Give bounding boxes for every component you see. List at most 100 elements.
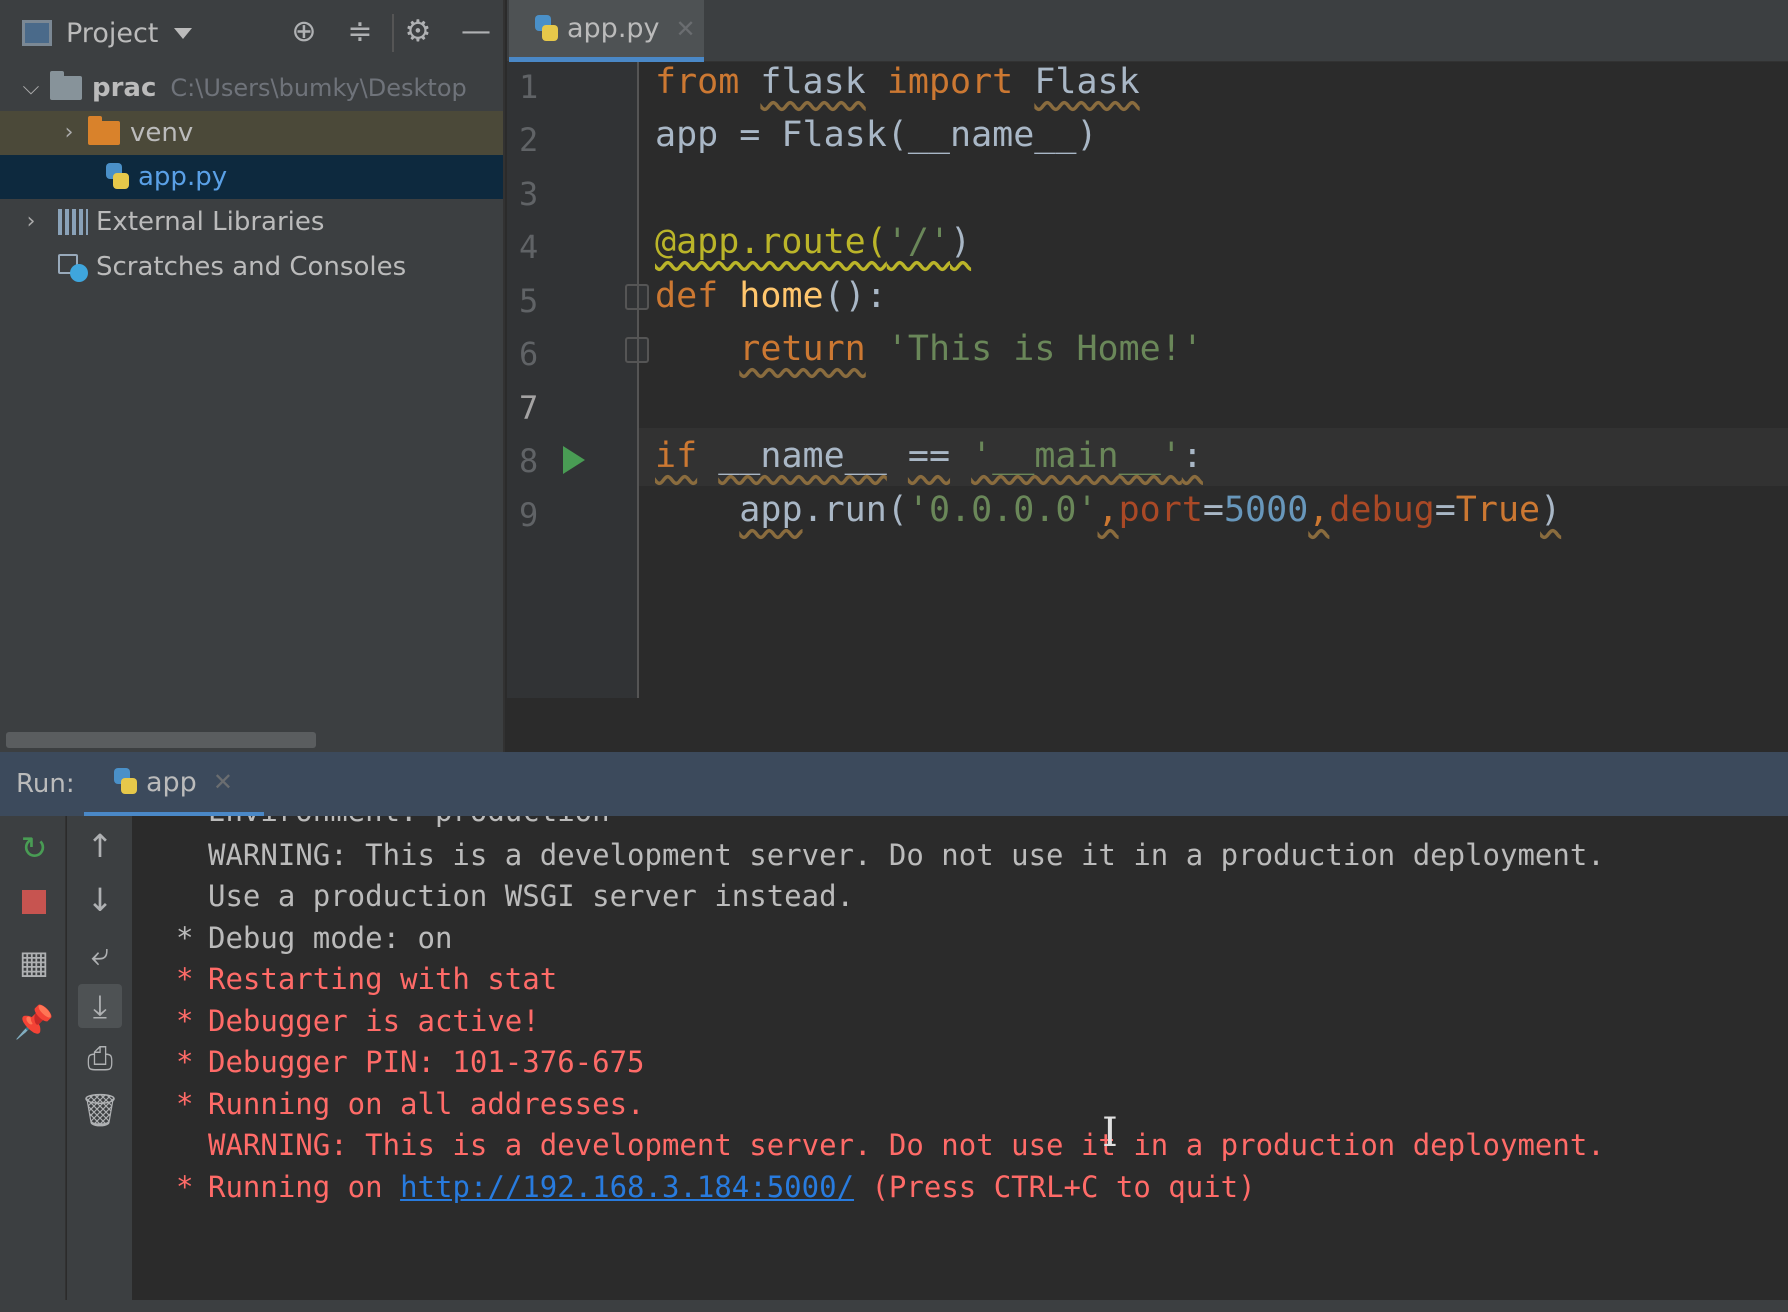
run-console[interactable]: Environment: production WARNING: This is… [134,816,1788,1312]
folder-icon [88,116,120,145]
scroll-to-end-icon[interactable]: ⤓ [78,984,122,1028]
code-token: import [886,62,1014,102]
gutter-divider [637,62,639,698]
chevron-right-icon[interactable]: › [58,122,80,144]
chevron-right-icon[interactable]: › [20,211,42,233]
line-number: 9 [519,496,539,534]
locate-file-icon[interactable]: ⊕ [284,12,324,52]
code-token: ) [1540,490,1562,530]
run-panel-header: Run: app ✕ [0,752,1788,816]
console-text: (Press CTRL+C to quit) [854,1170,1256,1204]
code-token: app [739,490,803,530]
code-token: : [1181,436,1203,476]
project-panel: Project ⊕ ≑ ⚙ — ⌵ prac C:\Users\bumky\De… [0,0,505,752]
console-line-running: Running on http://192.168.3.184:5000/ (P… [208,1170,1256,1204]
rerun-icon[interactable]: ↻ [12,826,56,870]
line-number: 8 [519,442,539,480]
folder-icon [50,71,82,100]
tree-item-external-libraries[interactable]: › External Libraries [0,200,503,244]
project-panel-header: Project ⊕ ≑ ⚙ — [0,0,503,66]
console-line: WARNING: This is a development server. D… [208,838,1605,872]
tree-item-label: prac [92,73,157,103]
code-token: == [907,436,951,476]
tree-item-label: venv [130,118,194,148]
tab-app-py[interactable]: app.py ✕ [509,0,704,62]
code-line-2: app = Flask(__name__) [655,115,1098,155]
code-line-5: def home(): [655,276,887,316]
tree-item-app-py[interactable]: app.py [0,155,503,199]
console-bullet: * [176,1045,194,1079]
code-token: True [1455,490,1541,530]
code-token: = [1434,490,1456,530]
console-line: Use a production WSGI server instead. [208,879,855,913]
code-line-1: from flask import Flask [655,62,1140,102]
line-number: 1 [519,68,539,106]
chevron-down-icon [174,27,193,39]
line-number: 3 [519,175,539,213]
run-gutter-icon[interactable] [563,446,585,474]
console-line: WARNING: This is a development server. D… [208,1128,1605,1162]
line-number: 7 [519,389,539,427]
console-line: Restarting with stat [208,962,558,996]
code-area[interactable]: 1 2 3 4 5 6 7 8 9 from flask import Flas… [507,62,1788,698]
close-icon[interactable]: ✕ [676,15,696,43]
print-icon[interactable]: ⎙ [78,1036,122,1080]
collapse-all-icon[interactable]: ≑ [340,12,380,52]
tree-item-label: External Libraries [96,207,325,237]
layout-icon[interactable]: ▦ [12,940,56,984]
run-tab-label: app [146,766,197,798]
tree-item-scratches[interactable]: Scratches and Consoles [0,245,503,289]
scratches-icon [58,252,88,282]
console-line: Debug mode: on [208,921,453,955]
project-view-selector[interactable]: Project [22,17,193,49]
code-editor: app.py ✕ 1 2 3 4 5 6 7 8 9 from flask im… [507,0,1788,752]
code-token: port [1118,490,1203,530]
code-token: debug [1329,490,1435,530]
bottom-strip [0,1300,1788,1312]
gear-icon[interactable]: ⚙ [398,12,438,52]
console-line: Debugger PIN: 101-376-675 [208,1045,645,1079]
server-url-link[interactable]: http://192.168.3.184:5000/ [400,1170,854,1204]
arrow-up-icon[interactable]: ↑ [78,824,122,868]
code-token: from [655,62,740,102]
tree-item-prac[interactable]: ⌵ prac C:\Users\bumky\Desktop [0,66,503,110]
code-token: @app.route( [655,222,887,262]
console-bullet: * [176,962,194,996]
code-token: ) [950,222,972,262]
console-bullet: * [176,921,194,955]
code-token: '__main__' [971,436,1182,476]
code-token: = [1202,490,1224,530]
tree-item-label: Scratches and Consoles [96,252,407,282]
arrow-down-icon[interactable]: ↓ [78,878,122,922]
close-icon[interactable]: ✕ [213,768,233,796]
code-token: , [1097,490,1119,530]
tree-item-path: C:\Users\bumky\Desktop [170,74,467,102]
code-token: 'This is Home!' [886,329,1203,369]
horizontal-scrollbar[interactable] [6,732,316,748]
minimize-icon[interactable]: — [456,12,496,52]
tree-item-label: app.py [138,162,228,192]
library-icon [58,209,88,235]
code-token: def [655,276,719,316]
project-title: Project [66,17,159,49]
code-line-9: app.run('0.0.0.0',port=5000,debug=True) [655,490,1561,530]
code-line-6: return 'This is Home!' [655,329,1203,369]
console-bullet: * [176,1004,194,1038]
console-line: Debugger is active! [208,1004,540,1038]
tree-item-venv[interactable]: › venv [0,111,503,155]
console-bullet: * [176,1087,194,1121]
console-line: Environment: production [208,816,610,828]
stop-button[interactable] [12,880,56,924]
toolbar-divider [392,14,394,52]
chevron-down-icon[interactable]: ⌵ [20,77,42,99]
pin-icon[interactable]: 📌 [12,1000,56,1044]
code-token: (): [823,276,887,316]
code-token: 5000 [1223,490,1309,530]
code-line-4: @app.route('/') [655,222,971,262]
trash-icon[interactable]: 🗑 [78,1088,122,1132]
soft-wrap-icon[interactable]: ⤶ [78,932,122,976]
run-tab-app[interactable]: app ✕ [84,752,264,816]
code-line-8: if __name__ == '__main__': [655,436,1203,476]
code-token: '0.0.0.0' [907,490,1098,530]
run-label: Run: [16,769,75,799]
